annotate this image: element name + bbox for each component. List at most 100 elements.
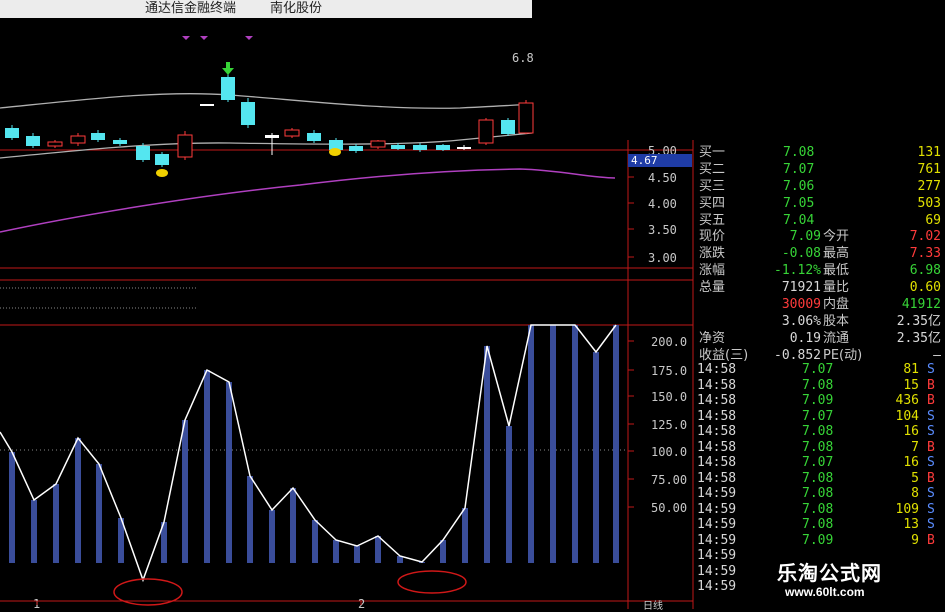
signal-dot-2 <box>329 148 341 156</box>
indicator-bar <box>572 325 578 563</box>
quote-value: 0.60 <box>909 280 941 295</box>
marker-top-2 <box>200 36 208 40</box>
indicator-bar <box>75 438 81 563</box>
tick-volume: 7 <box>911 439 919 455</box>
indicator-bar <box>269 510 275 563</box>
tick-row[interactable]: 14:58 7.08 15 B <box>695 378 945 394</box>
bid-volume: 131 <box>917 145 941 160</box>
candle-body <box>70 135 86 144</box>
candle-body <box>241 102 255 125</box>
tick-time: 14:59 <box>697 486 737 501</box>
indicator-bar <box>550 325 556 563</box>
tick-time: 14:58 <box>697 362 737 377</box>
bid-level-label: 买三 <box>699 179 726 194</box>
quote-value: 7.02 <box>909 229 941 244</box>
tick-row[interactable]: 14:58 7.08 5 B <box>695 471 945 487</box>
tick-volume: 16 <box>903 424 919 439</box>
order-book-row[interactable]: 买五 7.04 69 <box>695 213 945 229</box>
tick-row[interactable]: 14:59 7.09 9 B <box>695 533 945 549</box>
indicator-bar <box>96 464 102 563</box>
indicator-bar <box>333 540 339 563</box>
candle-body <box>113 140 127 144</box>
tick-time: 14:59 <box>697 501 737 517</box>
quote-value: 6.98 <box>909 263 941 278</box>
quote-label: 最低 <box>823 263 850 278</box>
tick-side: B <box>927 470 935 486</box>
tick-price: 7.07 <box>802 408 834 424</box>
indicator-axis-label: 75.00 <box>651 473 687 487</box>
bid-price: 7.07 <box>783 162 815 177</box>
tick-row[interactable]: 14:58 7.07 16 S <box>695 455 945 471</box>
tick-side: B <box>927 532 935 548</box>
tick-time: 14:58 <box>697 439 737 455</box>
tick-time: 14:59 <box>697 532 737 548</box>
tick-volume: 5 <box>911 470 919 486</box>
tick-row[interactable]: 14:58 7.09 436 B <box>695 393 945 409</box>
tick-time: 14:59 <box>697 517 737 532</box>
indicator-bar <box>593 352 599 563</box>
candle-body <box>391 145 405 149</box>
quote-row: 换手3.06%股本2.35亿 <box>695 314 945 330</box>
tick-side: S <box>927 455 935 470</box>
indicator-bar <box>354 546 360 563</box>
quote-label: 量比 <box>823 280 850 295</box>
indicator-bar <box>53 484 59 563</box>
bottom-circle-2 <box>397 570 467 594</box>
indicator-bar <box>462 508 468 563</box>
indicator-bar <box>613 325 619 563</box>
indicator-bar <box>290 488 296 563</box>
tick-row[interactable]: 14:59 7.08 13 S <box>695 517 945 533</box>
tick-row[interactable]: 14:59 7.08 8 S <box>695 486 945 502</box>
bid-volume: 69 <box>925 213 941 228</box>
price-axis-label: 3.00 <box>648 251 677 265</box>
tick-time: 14:58 <box>697 470 737 486</box>
quote-value: 2.35亿 <box>896 331 941 346</box>
quote-label: 流通 <box>823 331 850 346</box>
order-book-row[interactable]: 买二 7.07 761 <box>695 162 945 178</box>
order-book-row[interactable]: 买四 7.05 503 <box>695 196 945 212</box>
tick-row[interactable]: 14:58 7.08 16 S <box>695 424 945 440</box>
indicator-axis-label: 175.0 <box>651 364 687 378</box>
quote-label: 总量 <box>699 280 726 295</box>
tick-price: 7.09 <box>802 532 834 548</box>
tick-row[interactable]: 14:59 7.08 109 S <box>695 502 945 518</box>
tick-volume: 13 <box>903 517 919 532</box>
quote-value: 0.19 <box>789 331 821 346</box>
quote-value: 7.09 <box>789 229 821 244</box>
tick-volume: 436 <box>895 393 919 408</box>
tick-price: 7.08 <box>802 470 834 486</box>
tick-price: 7.08 <box>802 424 834 439</box>
bid-level-label: 买四 <box>699 196 726 211</box>
quote-row: 外盘30009内盘41912 <box>695 297 945 313</box>
tick-side: S <box>927 486 935 501</box>
tick-row[interactable]: 14:58 7.07 104 S <box>695 409 945 425</box>
indicator-axis-label: 125.0 <box>651 418 687 432</box>
quote-label: 今开 <box>823 229 850 244</box>
quote-value: 3.06% <box>781 314 821 329</box>
tick-row[interactable]: 14:58 7.08 7 B <box>695 440 945 456</box>
indicator-bar <box>312 520 318 563</box>
quote-value: 41912 <box>901 297 941 312</box>
tick-price: 7.07 <box>802 455 834 470</box>
candle-body <box>5 128 19 138</box>
indicator-bars <box>9 325 619 563</box>
bid-price: 7.05 <box>783 196 815 211</box>
order-book-row[interactable]: 买一 7.08 131 <box>695 145 945 161</box>
tick-time: 14:58 <box>697 424 737 439</box>
quote-row: 涨跌 -0.08 最高 7.33 <box>695 246 945 262</box>
order-book-row[interactable]: 买三 7.06 277 <box>695 179 945 195</box>
quote-value: -0.08 <box>781 246 821 261</box>
tick-row[interactable]: 14:58 7.07 81 S <box>695 362 945 378</box>
marker-top-3 <box>245 36 253 40</box>
bid-volume: 503 <box>917 196 941 211</box>
quote-label: 涨跌 <box>699 246 726 261</box>
tick-price: 7.08 <box>802 517 834 532</box>
period-label[interactable]: 日线 <box>643 597 663 612</box>
ma-purple-line <box>0 168 616 233</box>
indicator-bar <box>440 540 446 563</box>
candle-body <box>349 146 363 151</box>
quote-label: 涨幅 <box>699 263 726 278</box>
watermark: 乐淘公式网 www.60lt.com <box>775 555 945 609</box>
top-right-price: 6.8 <box>512 51 534 65</box>
candle-body <box>518 102 534 134</box>
